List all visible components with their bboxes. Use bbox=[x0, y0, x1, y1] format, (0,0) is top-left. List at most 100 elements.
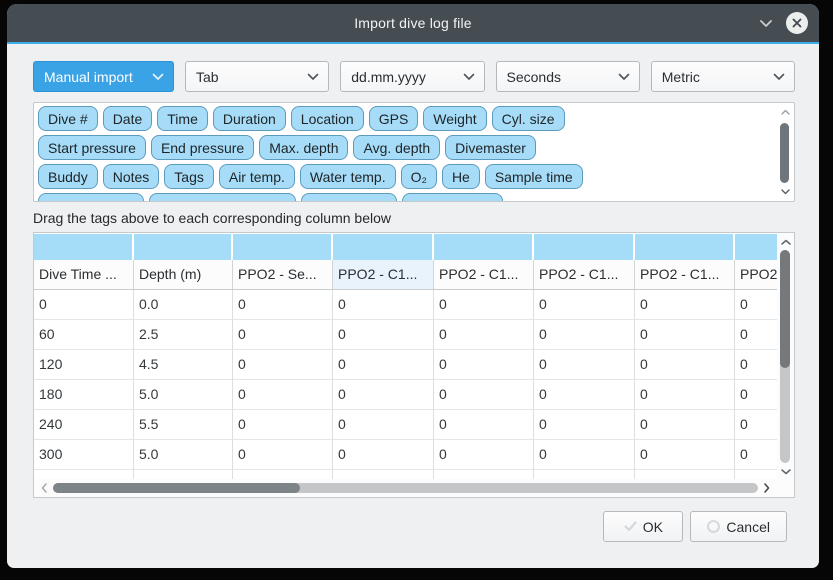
table-cell: 0 bbox=[635, 290, 735, 320]
ok-button[interactable]: OK bbox=[603, 511, 683, 542]
column-header-2[interactable]: Depth (m) bbox=[134, 260, 233, 289]
table-cell: 0 bbox=[434, 320, 534, 350]
drop-target-row bbox=[34, 233, 777, 260]
drop-target-cell-3[interactable] bbox=[233, 234, 331, 260]
tag-divemaster[interactable]: Divemaster bbox=[445, 135, 536, 160]
tag-buddy[interactable]: Buddy bbox=[38, 164, 98, 189]
table-row: 2405.5000000 bbox=[34, 410, 777, 440]
table-cell: 0 bbox=[635, 320, 735, 350]
table-horizontal-scrollbar[interactable] bbox=[34, 479, 777, 497]
tags-scrollbar-handle[interactable] bbox=[780, 123, 789, 183]
vertical-scrollbar-handle[interactable] bbox=[780, 250, 790, 368]
tag-o[interactable]: O₂ bbox=[401, 164, 437, 189]
dropdown-manual-import[interactable]: Manual import bbox=[33, 61, 174, 92]
scroll-down-icon[interactable] bbox=[777, 465, 794, 479]
drop-target-cell-5[interactable] bbox=[434, 234, 532, 260]
table-cell: 0 bbox=[735, 410, 777, 440]
table-cell: 0 bbox=[635, 440, 735, 470]
table-cell: 0 bbox=[333, 350, 434, 380]
drop-target-cell-8[interactable] bbox=[735, 234, 777, 260]
tag-sample-cns[interactable]: Sample CNS bbox=[402, 193, 503, 202]
column-header-7[interactable]: PPO2 - C1... bbox=[635, 260, 735, 289]
dropdown-value: Metric bbox=[662, 69, 700, 85]
close-icon[interactable] bbox=[786, 12, 808, 34]
table-cell: 0 bbox=[534, 440, 635, 470]
tag-sample-depth[interactable]: Sample depth bbox=[38, 193, 144, 202]
table-vertical-scrollbar[interactable] bbox=[777, 233, 794, 479]
tag-tags[interactable]: Tags bbox=[164, 164, 214, 189]
table-row: 602.5000000 bbox=[34, 320, 777, 350]
tag-max-depth[interactable]: Max. depth bbox=[259, 135, 348, 160]
table-cell: 0 bbox=[233, 410, 333, 440]
tag-duration[interactable]: Duration bbox=[213, 106, 286, 131]
drop-target-cell-1[interactable] bbox=[34, 234, 132, 260]
tag-time[interactable]: Time bbox=[157, 106, 208, 131]
tag-weight[interactable]: Weight bbox=[423, 106, 486, 131]
tag-row: Dive #DateTimeDurationLocationGPSWeightC… bbox=[38, 106, 774, 131]
import-dialog: Import dive log file Manual import Tab dd.… bbox=[7, 4, 819, 568]
table-row: 1805.0000000 bbox=[34, 380, 777, 410]
table-cell: 0 bbox=[233, 320, 333, 350]
scroll-left-icon[interactable] bbox=[38, 483, 50, 493]
tag-start-pressure[interactable]: Start pressure bbox=[38, 135, 146, 160]
table-cell: 0 bbox=[233, 380, 333, 410]
column-header-6[interactable]: PPO2 - C1... bbox=[534, 260, 635, 289]
tag-sample-temperature[interactable]: Sample temperature bbox=[149, 193, 296, 202]
table-row-partial bbox=[34, 470, 777, 479]
tag-sample-po[interactable]: Sample pO₂ bbox=[301, 193, 396, 202]
tag-sample-time[interactable]: Sample time bbox=[485, 164, 583, 189]
tag-cyl-size[interactable]: Cyl. size bbox=[492, 106, 565, 131]
drop-target-cell-2[interactable] bbox=[134, 234, 231, 260]
tag-he[interactable]: He bbox=[442, 164, 480, 189]
scroll-down-icon[interactable] bbox=[778, 186, 792, 198]
dropdown-dd-mm-yyyy[interactable]: dd.mm.yyyy bbox=[340, 61, 484, 92]
column-header-4[interactable]: PPO2 - C1... bbox=[333, 260, 434, 289]
drop-target-cell-7[interactable] bbox=[635, 234, 733, 260]
table-header-row: Dive Time ...Depth (m)PPO2 - Se...PPO2 -… bbox=[34, 260, 777, 290]
horizontal-scrollbar-handle[interactable] bbox=[53, 483, 300, 493]
tag-location[interactable]: Location bbox=[291, 106, 364, 131]
tag-gps[interactable]: GPS bbox=[369, 106, 419, 131]
dropdown-tab[interactable]: Tab bbox=[185, 61, 329, 92]
cancel-button-label: Cancel bbox=[726, 519, 770, 535]
table-cell: 0 bbox=[434, 380, 534, 410]
tag-end-pressure[interactable]: End pressure bbox=[151, 135, 254, 160]
column-header-1[interactable]: Dive Time ... bbox=[34, 260, 134, 289]
drop-target-cell-6[interactable] bbox=[534, 234, 633, 260]
table-row: 1204.5000000 bbox=[34, 350, 777, 380]
tag-notes[interactable]: Notes bbox=[103, 164, 160, 189]
chevron-down-icon bbox=[773, 73, 785, 81]
table-cell: 0 bbox=[735, 440, 777, 470]
dropdown-metric[interactable]: Metric bbox=[651, 61, 795, 92]
dropdown-seconds[interactable]: Seconds bbox=[496, 61, 640, 92]
titlebar[interactable]: Import dive log file bbox=[7, 4, 819, 44]
tag-date[interactable]: Date bbox=[103, 106, 153, 131]
column-header-5[interactable]: PPO2 - C1... bbox=[434, 260, 534, 289]
chevron-down-icon[interactable] bbox=[759, 19, 773, 28]
scroll-up-icon[interactable] bbox=[777, 235, 794, 249]
table-body: 00.0000000602.50000001204.50000001805.00… bbox=[34, 290, 777, 479]
table-cell: 0 bbox=[233, 440, 333, 470]
chevron-down-icon bbox=[152, 73, 164, 81]
tag-dive[interactable]: Dive # bbox=[38, 106, 98, 131]
tag-water-temp[interactable]: Water temp. bbox=[300, 164, 396, 189]
column-header-3[interactable]: PPO2 - Se... bbox=[233, 260, 333, 289]
horizontal-scrollbar-track[interactable] bbox=[53, 483, 758, 493]
scroll-right-icon[interactable] bbox=[761, 483, 773, 493]
table-cell: 2.5 bbox=[134, 320, 233, 350]
tag-avg-depth[interactable]: Avg. depth bbox=[353, 135, 440, 160]
scroll-up-icon[interactable] bbox=[778, 106, 792, 118]
chevron-down-icon bbox=[618, 73, 630, 81]
chevron-down-icon bbox=[307, 73, 319, 81]
drop-target-cell-4[interactable] bbox=[333, 234, 432, 260]
column-header-8[interactable]: PPO2 bbox=[735, 260, 777, 289]
tags-scrollbar[interactable] bbox=[778, 105, 792, 199]
table-cell: 0 bbox=[735, 320, 777, 350]
table-area: Dive Time ...Depth (m)PPO2 - Se...PPO2 -… bbox=[34, 233, 777, 479]
table-cell: 0 bbox=[534, 380, 635, 410]
table-cell bbox=[233, 470, 333, 479]
cancel-button[interactable]: Cancel bbox=[690, 511, 787, 542]
tag-air-temp[interactable]: Air temp. bbox=[219, 164, 295, 189]
table-cell: 5.0 bbox=[134, 440, 233, 470]
table-cell: 60 bbox=[34, 320, 134, 350]
